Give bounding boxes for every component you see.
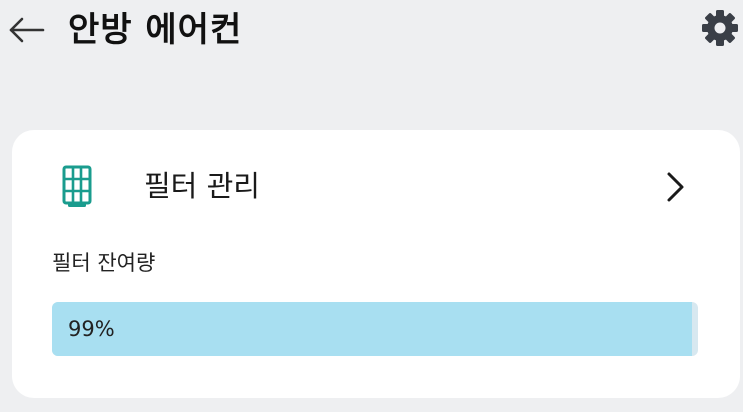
gear-icon[interactable] bbox=[700, 8, 740, 48]
filter-management-label: 필터 관리 bbox=[144, 169, 260, 203]
filter-remaining-value: 99% bbox=[68, 317, 115, 341]
page-title: 안방 에어컨 bbox=[68, 10, 243, 50]
arrow-left-icon bbox=[9, 17, 45, 43]
filter-management-row[interactable]: 필터 관리 bbox=[12, 152, 740, 222]
back-button[interactable] bbox=[6, 12, 48, 48]
filter-remaining-progress-bar: 99% bbox=[52, 302, 698, 356]
filter-remaining-progress-fill bbox=[52, 302, 692, 356]
filter-remaining-label: 필터 잔여량 bbox=[52, 251, 156, 275]
app-header: 안방 에어컨 bbox=[0, 0, 743, 64]
air-filter-icon bbox=[62, 165, 92, 207]
chevron-right-icon bbox=[667, 172, 684, 202]
filter-card: 필터 관리 필터 잔여량 99% bbox=[12, 130, 740, 398]
